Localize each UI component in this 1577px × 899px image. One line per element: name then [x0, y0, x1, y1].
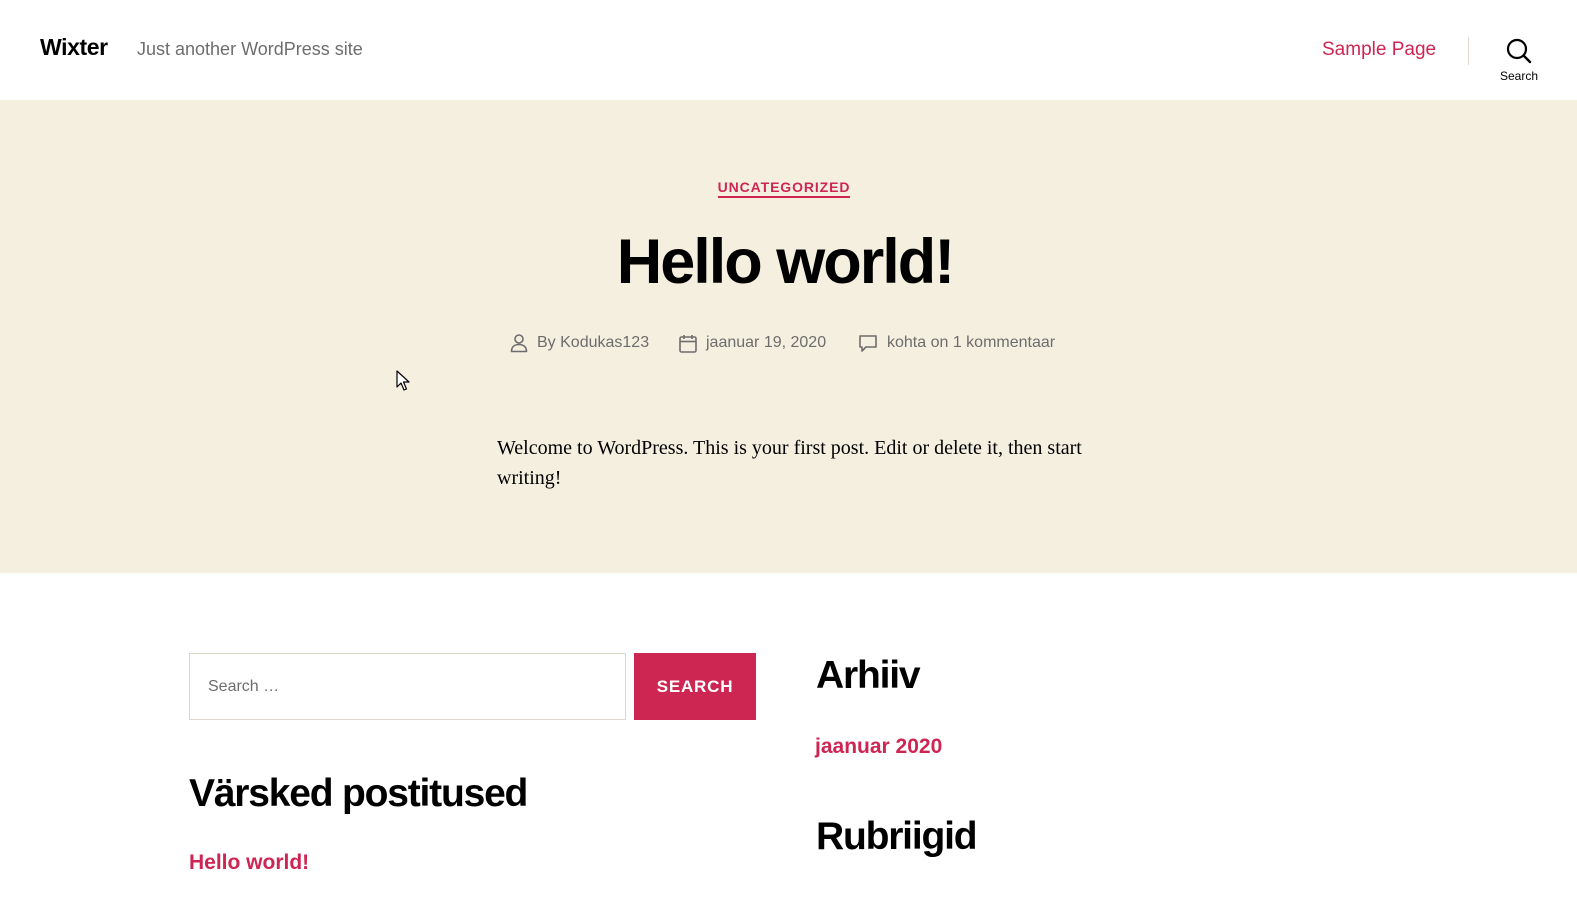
post-date: jaanuar 19, 2020: [679, 331, 826, 355]
search-toggle-button[interactable]: Search: [1496, 36, 1542, 86]
recent-posts-heading: Värsked postitused: [189, 772, 528, 815]
post-author: By Kodukas123: [510, 331, 649, 355]
archive-link[interactable]: jaanuar 2020: [815, 735, 942, 759]
comment-icon: [859, 334, 877, 352]
user-icon: [510, 334, 528, 353]
search-submit-button[interactable]: SEARCH: [634, 653, 756, 720]
mouse-cursor-icon: [396, 370, 410, 391]
categories-heading: Rubriigid: [816, 815, 978, 858]
comments-link[interactable]: kohta on 1 kommentaar: [887, 334, 1055, 352]
category-link[interactable]: UNCATEGORIZED: [717, 179, 851, 198]
recent-post-link[interactable]: Hello world!: [189, 851, 309, 875]
footer-widgets: SEARCH Värsked postitused Hello world! A…: [0, 573, 1577, 899]
site-description: Just another WordPress site: [137, 39, 363, 59]
site-title[interactable]: Wixter: [40, 34, 108, 61]
header-divider: [1468, 37, 1469, 65]
post-content: Welcome to WordPress. This is your first…: [497, 437, 1082, 489]
archive-heading: Arhiiv: [816, 654, 921, 697]
search-input[interactable]: [189, 653, 626, 720]
author-link[interactable]: Kodukas123: [560, 334, 649, 352]
site-header: Wixter Just another WordPress site Sampl…: [0, 0, 1577, 100]
post-hero: UNCATEGORIZED Hello world! By Kodukas123…: [0, 100, 1577, 573]
search-icon: [1506, 38, 1532, 64]
date-link[interactable]: jaanuar 19, 2020: [706, 334, 826, 352]
post-category: UNCATEGORIZED: [0, 179, 1568, 198]
post-comments: kohta on 1 kommentaar: [858, 331, 1055, 355]
calendar-icon: [679, 334, 697, 353]
search-toggle-label: Search: [1499, 69, 1539, 83]
author-prefix: By: [537, 334, 556, 351]
nav-link-sample-page[interactable]: Sample Page: [1322, 39, 1436, 61]
post-meta: By Kodukas123 jaanuar 19, 2020 kohta on …: [0, 331, 1577, 355]
post-title: Hello world!: [616, 227, 956, 297]
